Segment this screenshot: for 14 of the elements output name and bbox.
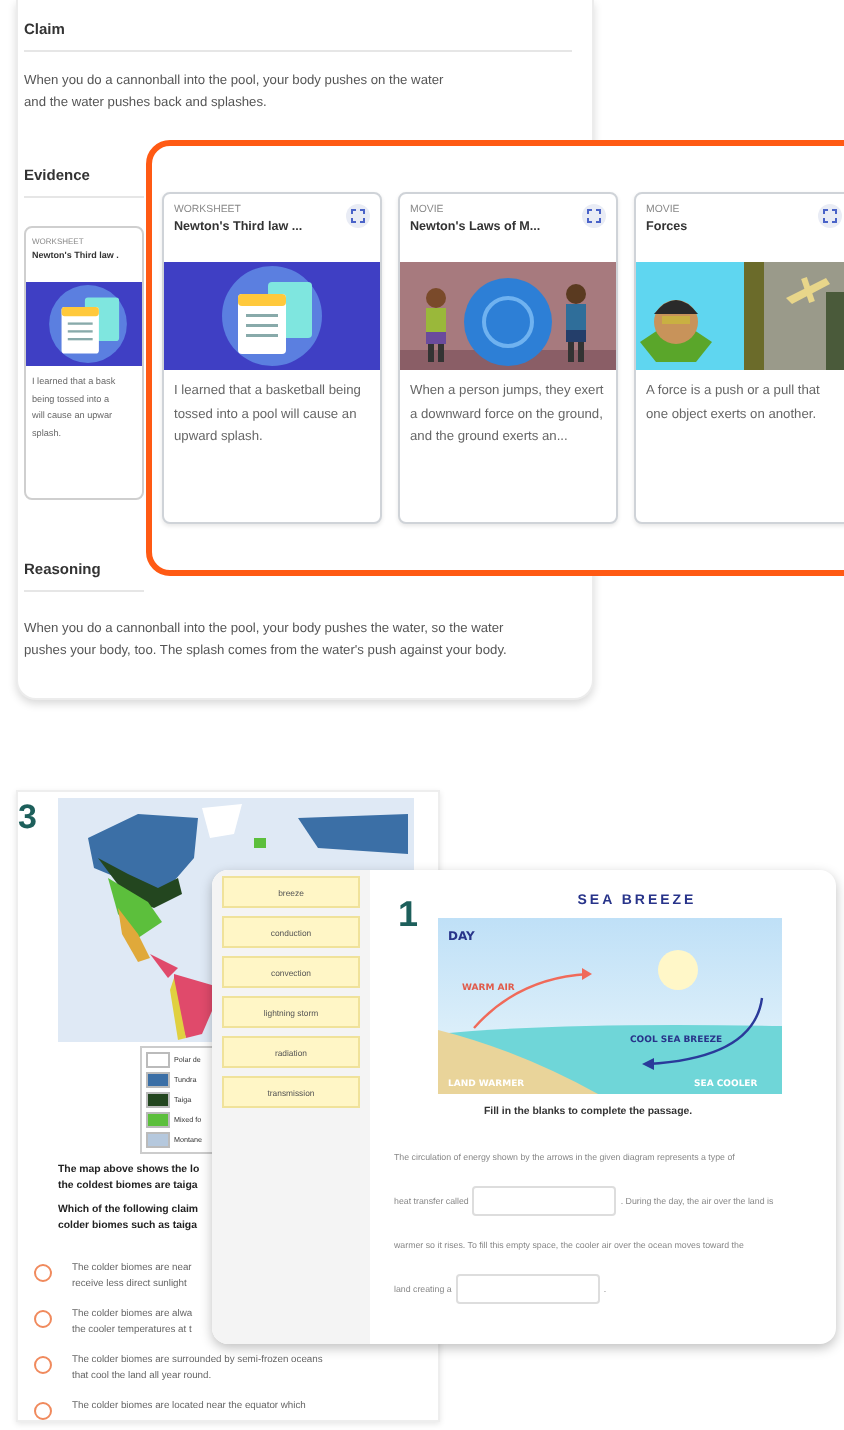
radio-button[interactable] — [34, 1264, 52, 1282]
radio-button[interactable] — [34, 1402, 52, 1420]
expand-icon[interactable] — [818, 204, 842, 228]
radio-button[interactable] — [34, 1356, 52, 1374]
expand-icon[interactable] — [346, 204, 370, 228]
radio-button[interactable] — [34, 1310, 52, 1328]
sun-drawing — [658, 950, 698, 990]
question-number: 3 — [18, 798, 39, 838]
blank-field[interactable] — [472, 1185, 617, 1215]
blank-field[interactable] — [455, 1273, 600, 1303]
question-number: 1 — [398, 894, 419, 936]
worksheet-icon — [164, 262, 380, 370]
worksheet-icon — [26, 282, 142, 366]
expand-icon[interactable] — [582, 204, 606, 228]
